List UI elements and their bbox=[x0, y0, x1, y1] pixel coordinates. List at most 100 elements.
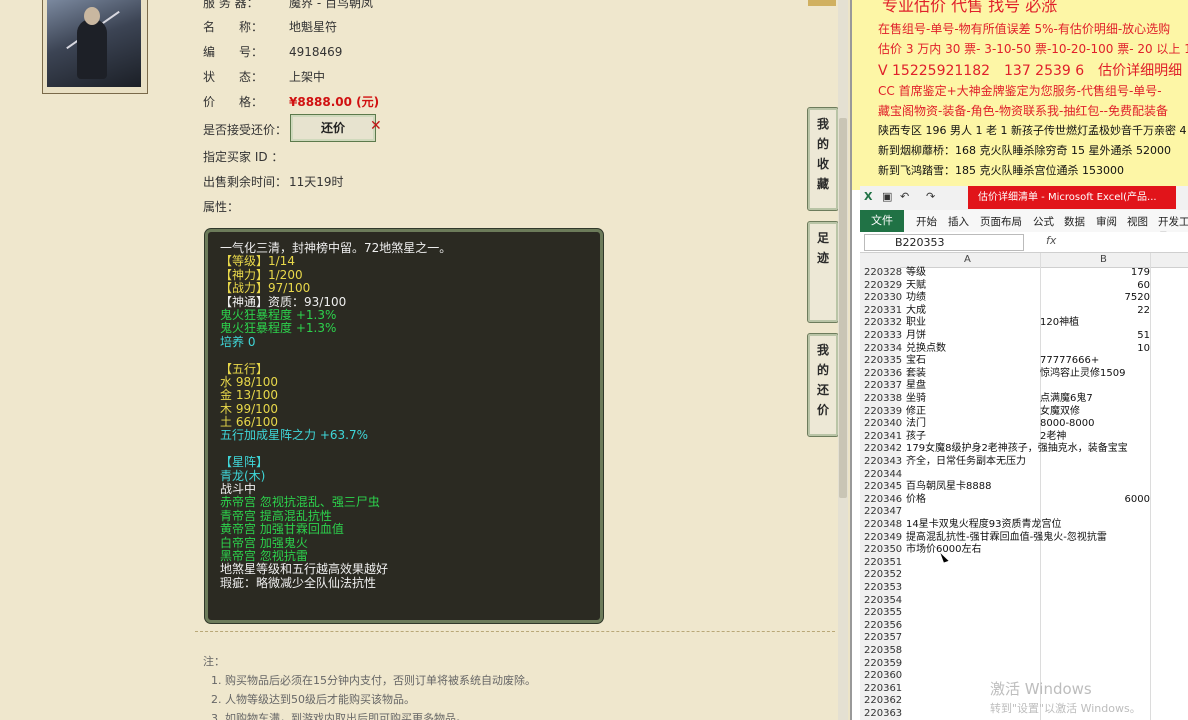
row-number[interactable]: 220354 bbox=[860, 594, 902, 608]
table-row[interactable]: 220342 179女魔8级护身2老神孩子，强抽克水，装备宝宝 bbox=[860, 443, 1188, 456]
cell-b[interactable]: 51 bbox=[1040, 330, 1150, 343]
bargain-button[interactable]: 还价 bbox=[290, 114, 376, 142]
row-number[interactable]: 220328 bbox=[860, 267, 902, 280]
table-row[interactable]: 220333 月饼 51 bbox=[860, 330, 1188, 343]
cell-a[interactable]: 179女魔8级护身2老神孩子，强抽克水，装备宝宝 bbox=[906, 443, 1128, 456]
table-row[interactable]: 220334 兑换点数 10 bbox=[860, 342, 1188, 356]
row-number[interactable]: 220357 bbox=[860, 632, 902, 645]
row-number[interactable]: 220359 bbox=[860, 657, 902, 671]
redo-icon[interactable]: ↷ bbox=[926, 190, 935, 203]
row-number[interactable]: 220360 bbox=[860, 670, 902, 683]
cell-b[interactable]: 77777666+ bbox=[1040, 355, 1150, 368]
scrollbar-thumb[interactable] bbox=[839, 118, 847, 498]
table-row[interactable]: 220337 星盘 bbox=[860, 380, 1188, 393]
cell-a[interactable]: 大成 bbox=[906, 305, 926, 318]
tab-review[interactable]: 审阅 bbox=[1096, 214, 1117, 229]
table-row[interactable]: 220338 坐骑 点满魔6鬼7 bbox=[860, 393, 1188, 406]
tab-home[interactable]: 开始 bbox=[916, 214, 937, 229]
cell-b[interactable]: 女魔双修 bbox=[1040, 406, 1150, 419]
fx-icon[interactable]: fx bbox=[1046, 234, 1056, 247]
tab-data[interactable]: 数据 bbox=[1064, 214, 1085, 229]
table-row[interactable]: 220341 孩子 2老神 bbox=[860, 430, 1188, 444]
table-row[interactable]: 220352 bbox=[860, 569, 1188, 582]
table-row[interactable]: 220358 bbox=[860, 645, 1188, 658]
row-number[interactable]: 220338 bbox=[860, 393, 902, 406]
table-row[interactable]: 220346 价格 6000 bbox=[860, 493, 1188, 507]
undo-icon[interactable]: ↶ bbox=[900, 190, 909, 203]
row-number[interactable]: 220352 bbox=[860, 569, 902, 582]
cell-a[interactable]: 提高混乱抗性-强甘霖回血值-强鬼火-忽视抗雷 bbox=[906, 532, 1107, 545]
table-row[interactable]: 220357 bbox=[860, 632, 1188, 645]
cell-b[interactable]: 点满魔6鬼7 bbox=[1040, 393, 1150, 406]
row-number[interactable]: 220344 bbox=[860, 468, 902, 482]
table-row[interactable]: 220351 bbox=[860, 556, 1188, 570]
row-number[interactable]: 220361 bbox=[860, 682, 902, 696]
table-row[interactable]: 220345 百鸟朝凤星卡8888 bbox=[860, 481, 1188, 494]
table-row[interactable]: 220339 修正 女魔双修 bbox=[860, 405, 1188, 419]
cell-a[interactable]: 孩子 bbox=[906, 431, 926, 444]
cell-a[interactable]: 坐骑 bbox=[906, 393, 926, 406]
cell-a[interactable]: 修正 bbox=[906, 406, 926, 419]
cell-a[interactable]: 兑换点数 bbox=[906, 343, 946, 356]
table-row[interactable]: 220347 bbox=[860, 506, 1188, 519]
row-number[interactable]: 220339 bbox=[860, 405, 902, 419]
table-row[interactable]: 220344 bbox=[860, 468, 1188, 482]
save-icon[interactable]: ▣ bbox=[882, 190, 892, 203]
cell-a[interactable]: 功绩 bbox=[906, 292, 926, 305]
cell-b[interactable]: 10 bbox=[1040, 343, 1150, 356]
row-number[interactable]: 220362 bbox=[860, 695, 902, 708]
cell-a[interactable]: 套装 bbox=[906, 368, 926, 381]
table-row[interactable]: 220356 bbox=[860, 619, 1188, 633]
row-number[interactable]: 220348 bbox=[860, 519, 902, 532]
table-row[interactable]: 220350 市场价6000左右 bbox=[860, 544, 1188, 557]
row-number[interactable]: 220334 bbox=[860, 342, 902, 356]
row-number[interactable]: 220340 bbox=[860, 418, 902, 431]
cell-a[interactable]: 宝石 bbox=[906, 355, 926, 368]
row-number[interactable]: 220350 bbox=[860, 544, 902, 557]
row-number[interactable]: 220347 bbox=[860, 506, 902, 519]
close-icon[interactable]: ✕ bbox=[370, 118, 382, 134]
cell-a[interactable]: 星盘 bbox=[906, 380, 926, 393]
table-row[interactable]: 220335 宝石 77777666+ bbox=[860, 355, 1188, 368]
table-row[interactable]: 220348 14星卡双鬼火程度93资质青龙宫位 bbox=[860, 519, 1188, 532]
row-number[interactable]: 220356 bbox=[860, 619, 902, 633]
column-a-header[interactable]: A bbox=[964, 254, 971, 265]
tab-insert[interactable]: 插入 bbox=[948, 214, 969, 229]
cell-a[interactable]: 职业 bbox=[906, 317, 926, 330]
row-number[interactable]: 220358 bbox=[860, 645, 902, 658]
tab-page-layout[interactable]: 页面布局 bbox=[980, 214, 1022, 229]
row-number[interactable]: 220333 bbox=[860, 330, 902, 343]
tab-formulas[interactable]: 公式 bbox=[1033, 214, 1054, 229]
row-number[interactable]: 220355 bbox=[860, 607, 902, 620]
tab-my-bargains[interactable]: 我的还价 bbox=[807, 333, 839, 437]
row-number[interactable]: 220337 bbox=[860, 380, 902, 393]
table-row[interactable]: 220329 天赋 60 bbox=[860, 279, 1188, 293]
row-number[interactable]: 220346 bbox=[860, 493, 902, 507]
row-number[interactable]: 220349 bbox=[860, 531, 902, 545]
row-number[interactable]: 220345 bbox=[860, 481, 902, 494]
cell-a[interactable]: 法门 bbox=[906, 418, 926, 431]
cell-b[interactable]: 7520 bbox=[1040, 292, 1150, 305]
row-number[interactable]: 220331 bbox=[860, 304, 902, 318]
row-number[interactable]: 220330 bbox=[860, 292, 902, 305]
table-row[interactable]: 220354 bbox=[860, 594, 1188, 608]
cell-a[interactable]: 百鸟朝凤星卡8888 bbox=[906, 481, 991, 494]
tab-view[interactable]: 视图 bbox=[1127, 214, 1148, 229]
column-b-header[interactable]: B bbox=[1100, 254, 1107, 265]
cell-a[interactable]: 等级 bbox=[906, 267, 926, 280]
cell-b[interactable]: 120神植 bbox=[1040, 317, 1150, 330]
cell-b[interactable]: 22 bbox=[1040, 305, 1150, 318]
table-row[interactable]: 220353 bbox=[860, 582, 1188, 595]
row-number[interactable]: 220342 bbox=[860, 443, 902, 456]
row-number[interactable]: 220341 bbox=[860, 430, 902, 444]
table-row[interactable]: 220343 齐全，日常任务副本无压力 bbox=[860, 456, 1188, 469]
tab-file[interactable]: 文件 bbox=[860, 210, 904, 232]
tab-my-favorites[interactable]: 我的收藏 bbox=[807, 107, 839, 211]
row-number[interactable]: 220351 bbox=[860, 556, 902, 570]
tab-footprint[interactable]: 足迹 bbox=[807, 221, 839, 323]
row-number[interactable]: 220343 bbox=[860, 456, 902, 469]
row-number[interactable]: 220336 bbox=[860, 367, 902, 381]
cell-b[interactable]: 8000-8000 bbox=[1040, 418, 1150, 431]
table-row[interactable]: 220332 职业 120神植 bbox=[860, 317, 1188, 330]
cell-b[interactable]: 179 bbox=[1040, 267, 1150, 280]
